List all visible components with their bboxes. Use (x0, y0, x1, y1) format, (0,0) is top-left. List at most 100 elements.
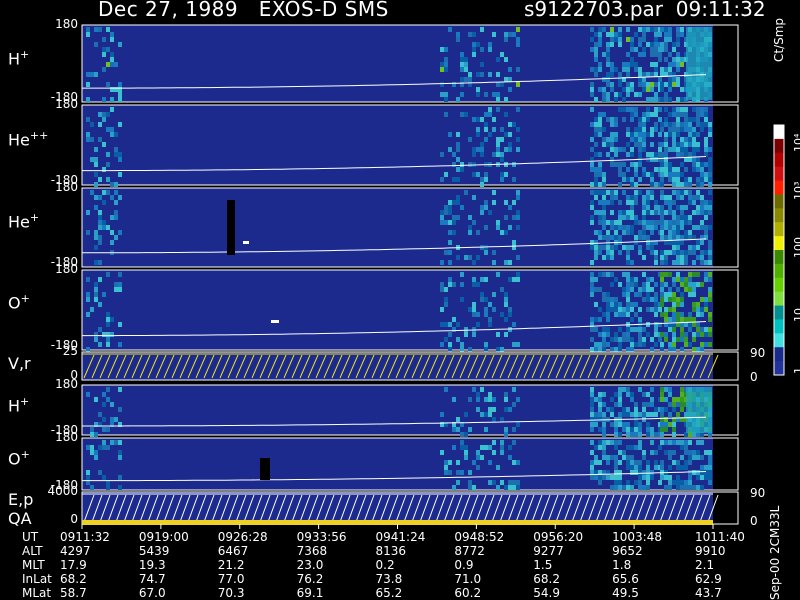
pixel-cell (676, 460, 680, 465)
pixel-cell (606, 317, 610, 322)
pixel-cell (484, 177, 488, 182)
pixel-cell (610, 32, 614, 37)
pixel-cell (654, 307, 658, 312)
pixel-cell (98, 27, 102, 32)
pixel-cell (464, 190, 468, 195)
pixel-cell (630, 432, 634, 437)
pixel-cell (688, 475, 692, 480)
pixel-cell (688, 122, 692, 127)
pixel-cell (512, 162, 516, 167)
pixel-cell (504, 172, 508, 177)
pixel-cell (98, 470, 102, 475)
pixel-cell (664, 220, 668, 225)
pixel-cell (634, 162, 638, 167)
pixel-cell (472, 42, 476, 47)
pixel-cell (704, 107, 708, 112)
pixel-cell (664, 42, 668, 47)
pixel-cell (692, 332, 696, 337)
pixel-cell (500, 127, 504, 132)
pixel-cell (602, 177, 606, 182)
pixel-cell (110, 182, 114, 187)
pixel-cell (634, 215, 638, 220)
panel-label: He+ (8, 211, 39, 231)
pixel-cell (618, 37, 622, 42)
pixel-cell (468, 72, 472, 77)
pixel-cell (484, 127, 488, 132)
pixel-cell (594, 417, 598, 422)
pixel-cell (696, 327, 700, 332)
pixel-cell (440, 82, 444, 87)
pixel-cell (626, 177, 630, 182)
right-tick-bottom: 0 (750, 514, 758, 528)
orbit-value: 60.2 (454, 586, 482, 600)
pixel-cell (626, 392, 630, 397)
pixel-cell (672, 282, 676, 287)
pixel-cell (110, 240, 114, 245)
pixel-cell (660, 440, 664, 445)
pixel-cell (642, 52, 646, 57)
pixel-cell (484, 137, 488, 142)
pixel-cell (618, 162, 622, 167)
pixel-cell (118, 122, 122, 127)
pixel-cell (626, 27, 630, 32)
pixel-cell (618, 200, 622, 205)
pixel-cell (508, 480, 512, 485)
pixel-cell (618, 172, 622, 177)
pixel-cell (118, 272, 122, 277)
pixel-cell (680, 312, 684, 317)
pixel-cell (594, 302, 598, 307)
pixel-cell (598, 117, 602, 122)
pixel-cell (598, 167, 602, 172)
pixel-cell (590, 417, 594, 422)
pixel-cell (708, 332, 712, 337)
pixel-cell (468, 347, 472, 352)
pixel-cell (614, 485, 618, 490)
pixel-cell (110, 440, 114, 445)
pixel-cell (672, 342, 676, 347)
pixel-cell (444, 92, 448, 97)
pixel-cell (688, 230, 692, 235)
pixel-cell (672, 182, 676, 187)
pixel-cell (638, 307, 642, 312)
pixel-cell (598, 480, 602, 485)
pixel-cell (590, 272, 594, 277)
colorbar-tick-label: 10⁴ (792, 133, 800, 152)
pixel-cell (634, 342, 638, 347)
pixel-cell (594, 287, 598, 292)
pixel-cell (610, 475, 614, 480)
pixel-cell (684, 117, 688, 122)
pixel-cell (610, 250, 614, 255)
pixel-cell (606, 137, 610, 142)
pixel-cell (622, 162, 626, 167)
pixel-cell (590, 475, 594, 480)
pixel-cell (456, 200, 460, 205)
pixel-cell (452, 445, 456, 450)
pixel-cell (680, 127, 684, 132)
pixel-cell (590, 412, 594, 417)
pixel-cell (638, 220, 642, 225)
pixel-cell (688, 277, 692, 282)
pixel-cell (516, 397, 520, 402)
pixel-cell (110, 32, 114, 37)
pixel-cell (602, 450, 606, 455)
pixel-cell (614, 147, 618, 152)
pixel-cell (660, 292, 664, 297)
pixel-cell (488, 42, 492, 47)
pixel-cell (660, 190, 664, 195)
pixel-cell (594, 47, 598, 52)
pixel-cell (86, 470, 90, 475)
pixel-cell (98, 225, 102, 230)
pixel-cell (98, 215, 102, 220)
pixel-cell (464, 432, 468, 437)
pixel-cell (508, 307, 512, 312)
pixel-cell (452, 397, 456, 402)
pixel-cell (688, 220, 692, 225)
pixel-cell (488, 107, 492, 112)
pixel-cell (692, 162, 696, 167)
pixel-cell (634, 32, 638, 37)
panel-label-base: H (8, 49, 21, 69)
pixel-cell (676, 127, 680, 132)
pixel-cell (488, 445, 492, 450)
pixel-cell (626, 230, 630, 235)
pixel-cell (638, 137, 642, 142)
